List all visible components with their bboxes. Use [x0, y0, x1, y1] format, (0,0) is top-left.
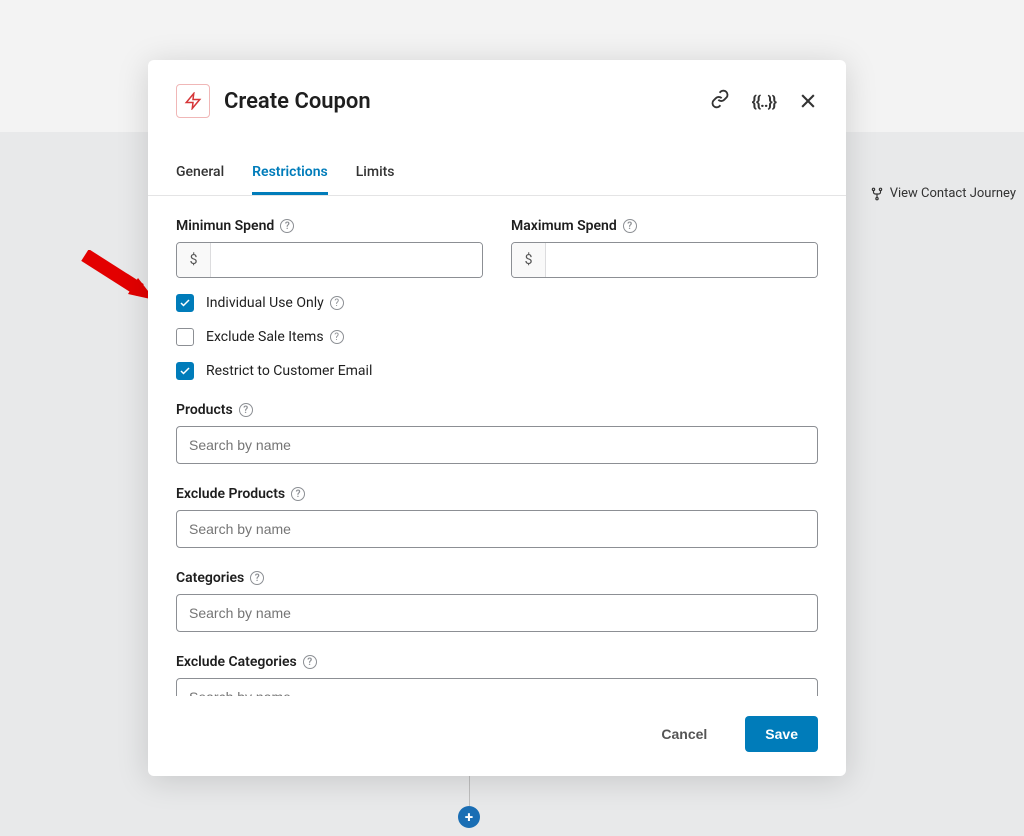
max-spend-input-group: $	[511, 242, 818, 278]
exclude-products-label: Exclude Products ?	[176, 486, 818, 502]
min-spend-input-group: $	[176, 242, 483, 278]
products-input[interactable]	[176, 426, 818, 464]
exclude-sale-text: Exclude Sale Items	[206, 329, 324, 345]
exclude-categories-label-text: Exclude Categories	[176, 654, 297, 670]
info-icon[interactable]: ?	[330, 330, 344, 344]
restrict-email-label: Restrict to Customer Email	[206, 363, 372, 379]
exclude-categories-input[interactable]	[176, 678, 818, 696]
info-icon[interactable]: ?	[303, 655, 317, 669]
exclude-categories-label: Exclude Categories ?	[176, 654, 818, 670]
modal-footer: Cancel Save	[148, 696, 846, 776]
max-spend-label: Maximum Spend ?	[511, 218, 818, 234]
modal-tab-limits[interactable]: Limits	[356, 152, 395, 195]
restrict-email-checkbox[interactable]	[176, 362, 194, 380]
individual-use-label: Individual Use Only ?	[206, 295, 344, 311]
merge-tags-icon[interactable]: {{..}}	[752, 92, 776, 111]
modal-tab-restrictions[interactable]: Restrictions	[252, 152, 328, 195]
categories-input[interactable]	[176, 594, 818, 632]
exclude-products-input[interactable]	[176, 510, 818, 548]
exclude-sale-label: Exclude Sale Items ?	[206, 329, 344, 345]
restrict-email-text: Restrict to Customer Email	[206, 363, 372, 379]
create-coupon-modal: Create Coupon {{..}} General Restriction…	[148, 60, 846, 776]
currency-prefix: $	[512, 243, 546, 277]
currency-prefix: $	[177, 243, 211, 277]
info-icon[interactable]: ?	[250, 571, 264, 585]
min-spend-input[interactable]	[211, 243, 482, 277]
info-icon[interactable]: ?	[330, 296, 344, 310]
modal-title: Create Coupon	[224, 89, 371, 114]
info-icon[interactable]: ?	[280, 219, 294, 233]
lightning-icon	[176, 84, 210, 118]
info-icon[interactable]: ?	[623, 219, 637, 233]
min-spend-label-text: Minimun Spend	[176, 218, 274, 234]
individual-use-checkbox[interactable]	[176, 294, 194, 312]
products-label-text: Products	[176, 402, 233, 418]
max-spend-label-text: Maximum Spend	[511, 218, 617, 234]
min-spend-label: Minimun Spend ?	[176, 218, 483, 234]
close-icon[interactable]	[798, 91, 818, 111]
save-button[interactable]: Save	[745, 716, 818, 752]
exclude-sale-checkbox[interactable]	[176, 328, 194, 346]
modal-tab-general[interactable]: General	[176, 152, 224, 195]
individual-use-text: Individual Use Only	[206, 295, 324, 311]
link-icon[interactable]	[710, 89, 730, 113]
max-spend-input[interactable]	[546, 243, 817, 277]
cancel-button[interactable]: Cancel	[641, 716, 727, 752]
modal-tabs: General Restrictions Limits	[148, 152, 846, 196]
categories-label-text: Categories	[176, 570, 244, 586]
info-icon[interactable]: ?	[239, 403, 253, 417]
info-icon[interactable]: ?	[291, 487, 305, 501]
categories-label: Categories ?	[176, 570, 818, 586]
modal-body: Minimun Spend ? $ Maximum Spend ? $	[148, 196, 846, 696]
products-label: Products ?	[176, 402, 818, 418]
exclude-products-label-text: Exclude Products	[176, 486, 285, 502]
modal-header: Create Coupon {{..}}	[148, 60, 846, 128]
